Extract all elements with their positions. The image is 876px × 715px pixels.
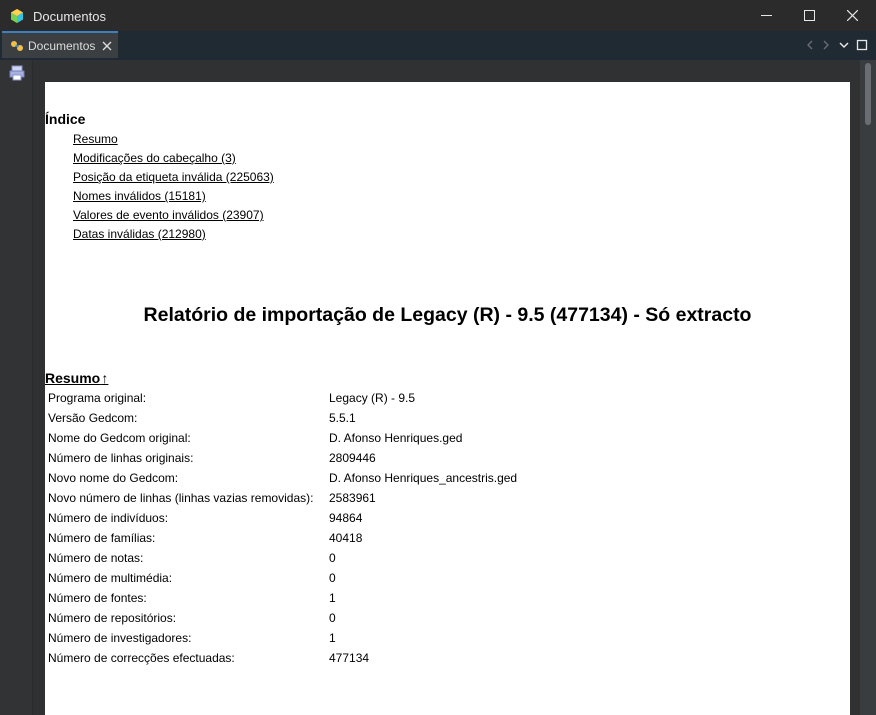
- tab-close-icon[interactable]: [102, 41, 112, 51]
- table-row: Versão Gedcom: 5.5.1: [48, 408, 517, 428]
- ancestris-app-icon: [11, 9, 23, 23]
- summary-label: Número de correcções efectuadas:: [48, 651, 235, 665]
- vertical-scrollbar[interactable]: [860, 60, 876, 715]
- summary-value: D. Afonso Henriques.ged: [329, 431, 463, 445]
- report-page: Índice Resumo Modificações do cabeçalho …: [45, 82, 850, 715]
- table-of-contents: Resumo Modificações do cabeçalho (3) Pos…: [73, 132, 274, 246]
- toc-item: Datas inválidas (212980): [73, 227, 274, 246]
- editor-tab-bar: Documentos: [0, 31, 876, 60]
- summary-value: 2583961: [329, 491, 376, 505]
- summary-label: Novo nome do Gedcom:: [48, 471, 179, 485]
- toc-item: Posição da etiqueta inválida (225063): [73, 170, 274, 189]
- summary-label: Número de famílias:: [48, 531, 156, 545]
- summary-value: 1: [329, 631, 336, 645]
- minimize-icon: [761, 15, 772, 16]
- summary-label: Versão Gedcom:: [48, 411, 138, 425]
- toc-item: Resumo: [73, 132, 274, 151]
- window-titlebar: Documentos: [0, 0, 876, 31]
- summary-label: Número de multimédia:: [48, 571, 173, 585]
- table-row: Programa original: Legacy (R) - 9.5: [48, 388, 517, 408]
- chevron-left-icon[interactable]: [804, 39, 816, 51]
- summary-label: Número de notas:: [48, 551, 144, 565]
- window-title: Documentos: [33, 9, 106, 24]
- summary-label: Número de fontes:: [48, 591, 147, 605]
- summary-heading: Resumo ↑: [45, 370, 108, 386]
- summary-label: Número de repositórios:: [48, 611, 177, 625]
- summary-value: 0: [329, 611, 336, 625]
- summary-value: 1: [329, 591, 336, 605]
- summary-value: 94864: [329, 511, 363, 525]
- table-row: Novo nome do Gedcom: D. Afonso Henriques_…: [48, 468, 517, 488]
- print-report-icon[interactable]: [9, 65, 25, 81]
- toc-link-invalid-event-values[interactable]: Valores de evento inválidos (23907): [73, 208, 264, 222]
- summary-label: Nome do Gedcom original:: [48, 431, 191, 445]
- summary-label: Programa original:: [48, 391, 147, 405]
- minimize-button[interactable]: [744, 0, 790, 31]
- index-heading: Índice: [45, 111, 86, 127]
- table-row: Número de linhas originais: 2809446: [48, 448, 517, 468]
- toc-item: Modificações do cabeçalho (3): [73, 151, 274, 170]
- table-row: Número de repositórios: 0: [48, 608, 517, 628]
- table-row: Número de multimédia: 0: [48, 568, 517, 588]
- summary-value: D. Afonso Henriques_ancestris.ged: [329, 471, 518, 485]
- summary-value: 0: [329, 551, 336, 565]
- toc-link-invalid-names[interactable]: Nomes inválidos (15181): [73, 189, 206, 203]
- table-row: Novo número de linhas (linhas vazias rem…: [48, 488, 517, 508]
- report-title: Relatório de importação de Legacy (R) - …: [143, 304, 752, 326]
- maximize-icon: [804, 10, 815, 21]
- table-row: Número de indivíduos: 94864: [48, 508, 517, 528]
- close-icon: [847, 10, 858, 21]
- table-row: Número de notas: 0: [48, 548, 517, 568]
- summary-value: 2809446: [329, 451, 376, 465]
- toc-link-resumo[interactable]: Resumo: [73, 132, 118, 146]
- summary-label: Número de linhas originais:: [48, 451, 194, 465]
- toc-item: Valores de evento inválidos (23907): [73, 208, 274, 227]
- summary-label: Novo número de linhas (linhas vazias rem…: [48, 491, 314, 505]
- chevron-down-icon[interactable]: [838, 39, 850, 51]
- summary-table: Programa original: Legacy (R) - 9.5 Versão…: [48, 388, 517, 668]
- table-row: Número de correcções efectuadas: 477134: [48, 648, 517, 668]
- summary-value: 5.5.1: [329, 411, 356, 425]
- toc-item: Nomes inválidos (15181): [73, 189, 274, 208]
- scrollbar-thumb[interactable]: [865, 63, 871, 125]
- back-to-top-link[interactable]: ↑: [101, 370, 108, 386]
- toc-link-invalid-dates[interactable]: Datas inválidas (212980): [73, 227, 206, 241]
- summary-label: Número de indivíduos:: [48, 511, 169, 525]
- summary-value: 40418: [329, 531, 363, 545]
- maximize-button[interactable]: [787, 0, 833, 31]
- toc-link-invalid-tag-position[interactable]: Posição da etiqueta inválida (225063): [73, 170, 274, 184]
- summary-value: 477134: [329, 651, 370, 665]
- side-toolbar: [0, 60, 32, 715]
- table-row: Número de famílias: 40418: [48, 528, 517, 548]
- summary-heading-text: Resumo: [45, 370, 101, 386]
- table-row: Número de investigadores: 1: [48, 628, 517, 648]
- maximize-editor-icon[interactable]: [856, 39, 868, 51]
- summary-value: 0: [329, 571, 336, 585]
- toc-link-header-changes[interactable]: Modificações do cabeçalho (3): [73, 151, 236, 165]
- chevron-right-icon[interactable]: [820, 39, 832, 51]
- table-row: Nome do Gedcom original: D. Afonso Henriq…: [48, 428, 517, 448]
- tab-documentos[interactable]: Documentos: [2, 31, 118, 58]
- close-window-button[interactable]: [830, 0, 876, 31]
- summary-value: Legacy (R) - 9.5: [329, 391, 416, 405]
- tab-label: Documentos: [28, 39, 96, 53]
- table-row: Número de fontes: 1: [48, 588, 517, 608]
- report-viewport: Índice Resumo Modificações do cabeçalho …: [33, 60, 876, 715]
- documents-tab-icon: [11, 41, 23, 51]
- summary-label: Número de investigadores:: [48, 631, 192, 645]
